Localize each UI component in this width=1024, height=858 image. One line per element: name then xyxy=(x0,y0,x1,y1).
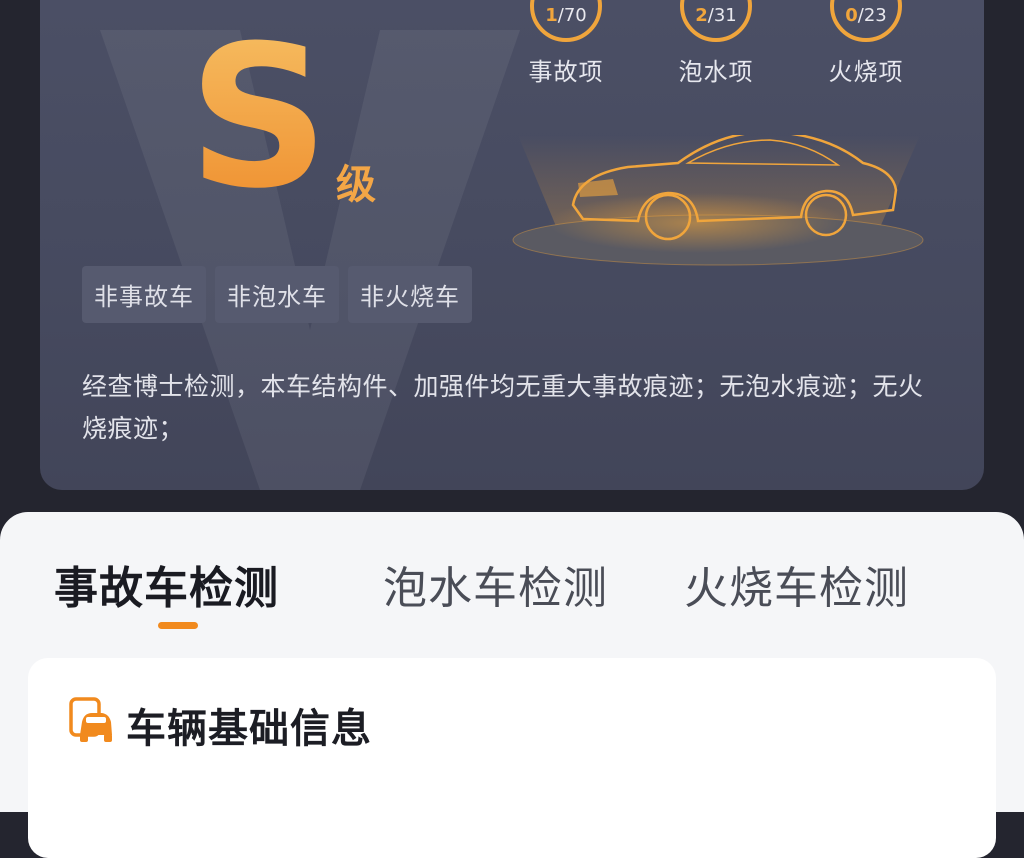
detail-sheet: 事故车检测 泡水车检测 火烧车检测 车辆基础信息 xyxy=(0,512,1024,858)
stat-ring: 0/23 xyxy=(830,0,902,42)
tag-non-flood: 非泡水车 xyxy=(215,266,339,323)
tag-non-accident: 非事故车 xyxy=(82,266,206,323)
stat-total: /31 xyxy=(707,5,737,26)
stat-total: /23 xyxy=(857,5,887,26)
car-hologram-icon xyxy=(512,135,924,266)
tab-active-indicator xyxy=(158,622,198,629)
stat-ring: 2/31 xyxy=(680,0,752,42)
tab-flood-check[interactable]: 泡水车检测 xyxy=(383,552,608,616)
stat-hit-count: 2 xyxy=(695,5,708,26)
vehicle-doc-icon xyxy=(69,697,112,742)
tab-fire-check[interactable]: 火烧车检测 xyxy=(684,552,909,616)
stat-label: 火烧项 xyxy=(828,58,904,86)
grade-suffix: 级 xyxy=(336,162,376,208)
tag-row: 非事故车 非泡水车 非火烧车 xyxy=(82,266,472,323)
stat-flood[interactable]: 2/31 泡水项 xyxy=(661,0,771,87)
tag-non-fire: 非火烧车 xyxy=(348,266,472,323)
stat-fire[interactable]: 0/23 火烧项 xyxy=(811,0,921,87)
section-title: 车辆基础信息 xyxy=(126,706,372,752)
stat-hit-count: 0 xyxy=(845,5,858,26)
stat-accident[interactable]: 1/70 事故项 xyxy=(511,0,621,87)
vehicle-basic-info-card: 车辆基础信息 xyxy=(28,658,996,858)
stat-total: /70 xyxy=(557,5,587,26)
stat-hit-count: 1 xyxy=(545,5,558,26)
inspection-summary: 经查博士检测，本车结构件、加强件均无重大事故痕迹；无泡水痕迹；无火烧痕迹； xyxy=(82,372,924,443)
report-summary-card: S 级 1/70 事故项 2/31 泡水项 0/23 火烧项 非事故车 非泡水车… xyxy=(40,0,984,490)
stat-label: 事故项 xyxy=(528,58,604,86)
grade-letter: S xyxy=(188,4,330,232)
stat-ring: 1/70 xyxy=(530,0,602,42)
stat-label: 泡水项 xyxy=(678,58,754,86)
tab-accident-check[interactable]: 事故车检测 xyxy=(54,552,279,616)
